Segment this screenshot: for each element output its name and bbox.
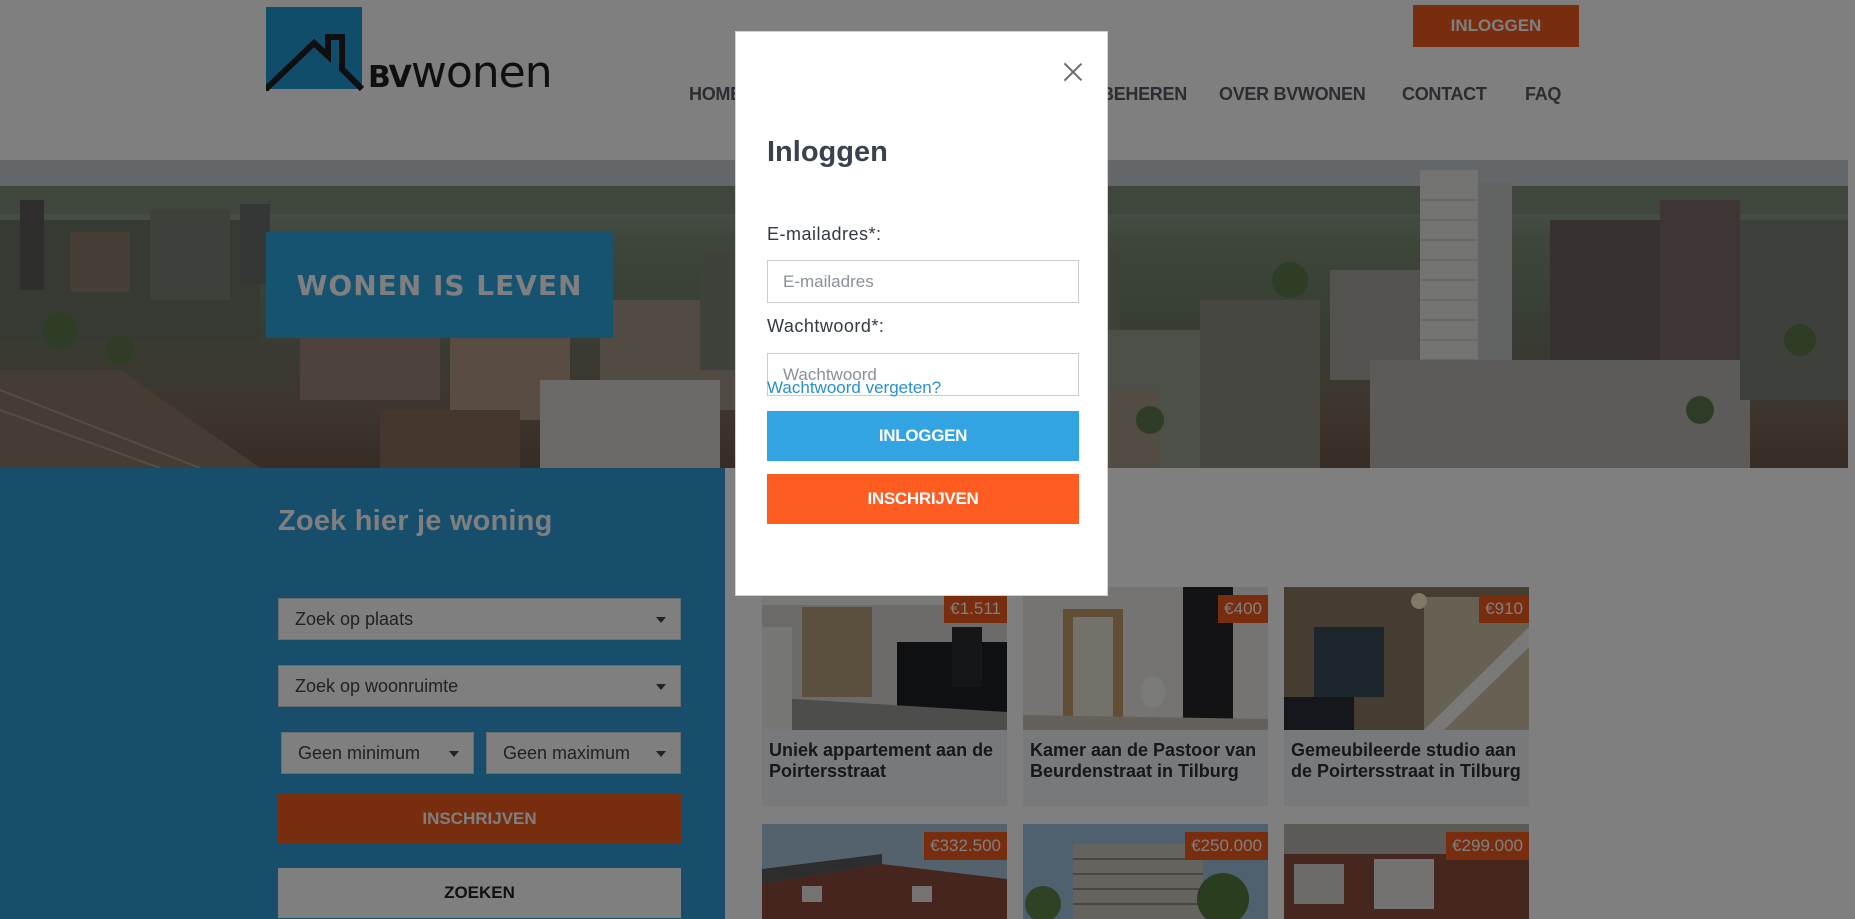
close-icon[interactable] [1063,62,1083,82]
forgot-password-link[interactable]: Wachtwoord vergeten? [767,378,941,398]
login-modal: Inloggen E-mailadres*: Wachtwoord*: Wach… [735,31,1108,596]
password-label: Wachtwoord*: [767,316,885,336]
login-button[interactable]: INLOGGEN [767,411,1079,461]
email-label: E-mailadres*: [767,224,882,244]
modal-title: Inloggen [767,136,888,168]
email-field[interactable] [767,260,1079,303]
register-button[interactable]: INSCHRIJVEN [767,474,1079,524]
